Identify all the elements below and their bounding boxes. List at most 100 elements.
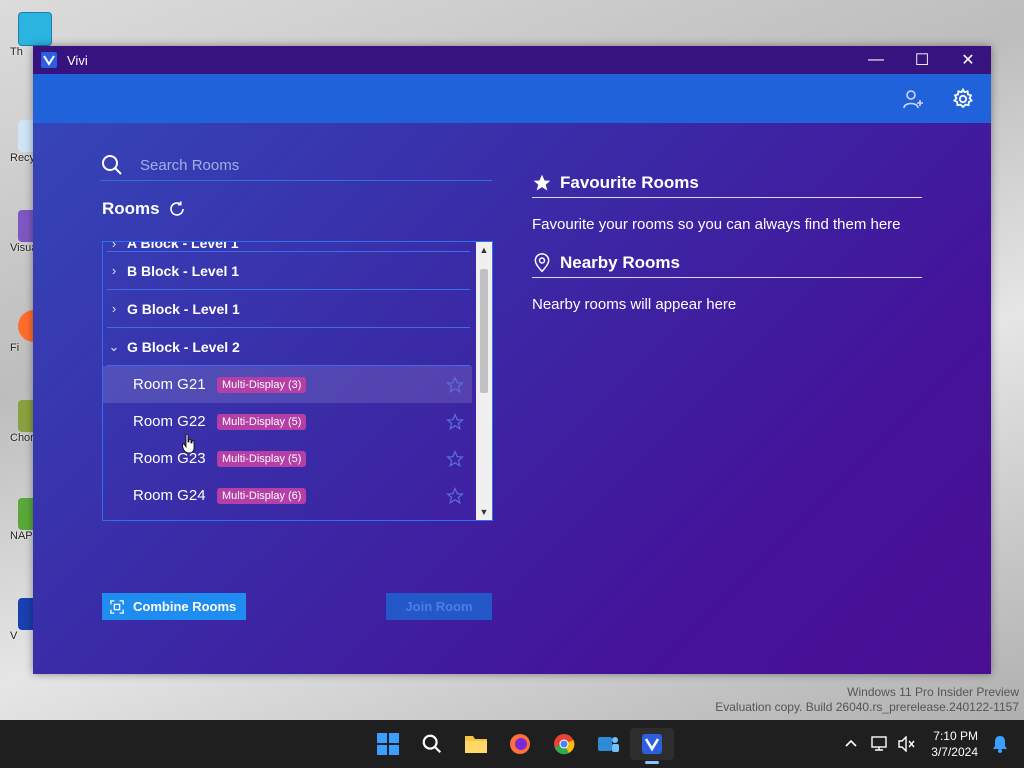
taskbar-apps	[366, 728, 674, 764]
group-g-block-level-1[interactable]: › G Block - Level 1	[107, 290, 470, 328]
room-name: Room G21	[133, 376, 206, 393]
favourite-rooms-header: Favourite Rooms	[532, 169, 922, 198]
room-name: Room G23	[133, 450, 206, 467]
close-button[interactable]: ✕	[945, 46, 991, 74]
chevron-up-icon[interactable]	[841, 734, 861, 754]
notification-bell-icon[interactable]	[990, 734, 1010, 754]
watermark-line-2: Evaluation copy. Build 26040.rs_prerelea…	[715, 700, 1019, 714]
room-item-g21[interactable]: Room G21 Multi-Display (3)	[103, 366, 472, 403]
teams-button[interactable]	[586, 728, 630, 760]
chevron-down-icon: ⌄	[108, 338, 120, 354]
teams-icon	[598, 737, 619, 752]
window-title: Vivi	[67, 52, 88, 68]
vivi-window: Vivi — ☐ ✕ Rooms ›	[33, 46, 991, 674]
chevron-right-icon: ›	[111, 301, 117, 316]
refresh-icon[interactable]	[168, 200, 186, 218]
taskbar: 7:10 PM 3/7/2024	[0, 720, 1024, 768]
start-button[interactable]	[366, 728, 410, 760]
group-label: G Block - Level 1	[127, 300, 240, 317]
desktop-icon-label: Chor	[10, 432, 34, 444]
room-name: Room G24	[133, 487, 206, 504]
rooms-heading: Rooms	[102, 199, 160, 218]
search-rooms-input[interactable]	[138, 155, 492, 175]
vivi-taskbar-button[interactable]	[630, 728, 674, 764]
vivi-logo-icon	[41, 52, 57, 68]
chevron-right-icon: ›	[111, 242, 117, 251]
clock-time: 7:10 PM	[933, 729, 978, 743]
room-item-g24[interactable]: Room G24 Multi-Display (6)	[103, 477, 472, 514]
volume-muted-icon[interactable]	[897, 734, 917, 754]
scrollbar-thumb[interactable]	[480, 269, 488, 393]
firefox-button[interactable]	[498, 728, 542, 760]
settings-button[interactable]	[949, 85, 977, 113]
desktop-icon-label: Recy	[10, 152, 34, 164]
settings-gear-icon	[952, 87, 974, 108]
search-bar	[100, 150, 492, 181]
nearby-rooms-description: Nearby rooms will appear here	[532, 296, 737, 313]
scroll-up-arrow-icon[interactable]: ▲	[476, 242, 492, 258]
combine-icon	[110, 599, 124, 614]
file-explorer-button[interactable]	[454, 728, 498, 760]
clock-date: 3/7/2024	[931, 745, 978, 759]
watermark-line-1: Windows 11 Pro Insider Preview	[847, 685, 1019, 699]
scroll-down-arrow-icon[interactable]: ▼	[476, 504, 492, 520]
search-icon	[422, 734, 442, 754]
search-icon	[102, 155, 122, 175]
minimize-button[interactable]: —	[853, 46, 899, 74]
nearby-rooms-title: Nearby Rooms	[560, 253, 680, 272]
location-pin-icon	[534, 253, 550, 273]
combine-rooms-button[interactable]: Combine Rooms	[102, 593, 246, 620]
firefox-icon	[510, 734, 530, 754]
group-label: B Block - Level 1	[127, 262, 240, 279]
rooms-list: › A Block - Level 1 › B Block - Level 1 …	[102, 241, 493, 521]
star-filled-icon	[533, 174, 551, 191]
desktop-icon-label: NAP dow	[10, 530, 34, 542]
system-tray: 7:10 PM 3/7/2024	[837, 726, 1014, 762]
chevron-right-icon: ›	[111, 263, 117, 278]
chrome-button[interactable]	[542, 728, 586, 760]
maximize-button[interactable]: ☐	[899, 46, 945, 74]
room-item-g23[interactable]: Room G23 Multi-Display (5)	[103, 440, 472, 477]
group-g-block-level-2[interactable]: ⌄ G Block - Level 2	[107, 328, 470, 366]
top-toolbar	[33, 74, 991, 123]
room-badge: Multi-Display (5)	[217, 413, 307, 430]
combine-rooms-label: Combine Rooms	[133, 599, 237, 614]
desktop-icon-label: Visua 2022	[10, 242, 34, 254]
vivi-icon	[642, 734, 662, 754]
desktop-icon-label: Fi	[10, 342, 20, 354]
rooms-scrollbar[interactable]: ▲ ▼	[476, 242, 492, 520]
rooms-header: Rooms	[102, 199, 186, 219]
favourite-star-icon[interactable]	[446, 375, 464, 394]
taskbar-search-button[interactable]	[410, 728, 454, 760]
desktop-icon-label: V	[10, 630, 18, 642]
network-icon[interactable]	[869, 734, 889, 754]
desktop-icon-label: Th	[10, 46, 23, 58]
title-bar[interactable]: Vivi — ☐ ✕	[33, 46, 991, 74]
rooms-list-viewport: › A Block - Level 1 › B Block - Level 1 …	[103, 242, 476, 520]
add-user-icon	[903, 89, 923, 108]
group-a-block-level-1[interactable]: › A Block - Level 1	[107, 242, 470, 252]
windows-start-icon	[377, 733, 399, 755]
taskbar-clock[interactable]: 7:10 PM 3/7/2024	[931, 728, 978, 760]
group-b-block-level-1[interactable]: › B Block - Level 1	[107, 252, 470, 290]
room-badge: Multi-Display (5)	[217, 450, 307, 467]
favourite-rooms-description: Favourite your rooms so you can always f…	[532, 216, 901, 233]
favourite-star-icon[interactable]	[446, 449, 464, 468]
group-label: A Block - Level 1	[127, 242, 239, 251]
favourite-star-icon[interactable]	[446, 486, 464, 505]
nearby-rooms-header: Nearby Rooms	[532, 249, 922, 278]
group-label: G Block - Level 2	[127, 338, 240, 355]
join-room-button[interactable]: Join Room	[386, 593, 492, 620]
hand-cursor-icon	[182, 434, 195, 454]
favourite-star-icon[interactable]	[446, 412, 464, 431]
monitor-icon	[18, 12, 52, 46]
favourite-rooms-title: Favourite Rooms	[560, 173, 699, 192]
room-badge: Multi-Display (6)	[217, 487, 307, 504]
room-item-g22[interactable]: Room G22 Multi-Display (5)	[103, 403, 472, 440]
room-name: Room G22	[133, 413, 206, 430]
add-user-button[interactable]	[899, 85, 927, 113]
room-badge: Multi-Display (3)	[217, 376, 307, 393]
file-explorer-icon	[465, 736, 487, 753]
chrome-icon	[554, 734, 575, 755]
windows-watermark: Windows 11 Pro Insider Preview Evaluatio…	[715, 685, 1019, 715]
